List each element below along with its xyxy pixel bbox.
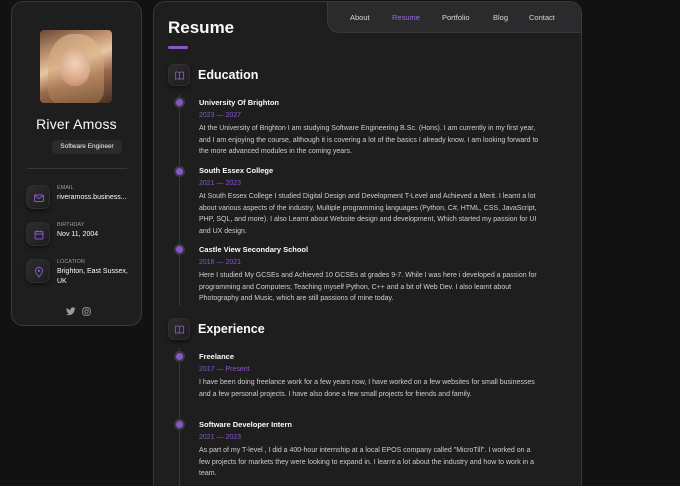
contact-location: Location Brighton, East Sussex, UK [26,259,141,295]
section-title-experience: Experience [198,322,265,336]
timeline-dot [176,353,183,360]
item-title: Software Developer Intern [199,420,292,429]
nav-link-resume[interactable]: Resume [392,13,420,22]
calendar-icon [26,222,50,246]
contact-value[interactable]: riveramoss.business... [57,193,137,203]
item-text: At the University of Brighton I am study… [199,125,539,156]
timeline-line [179,94,180,306]
item-title: University Of Brighton [199,98,280,107]
timeline-item: Freelance 2017 — Present I have been doi… [199,352,539,400]
contact-label: Birthday [57,222,85,228]
timeline-item: University Of Brighton 2023 — 2027 At th… [199,98,539,158]
divider [27,168,127,169]
avatar [40,30,112,103]
item-date: 2021 — 2023 [199,434,242,441]
timeline-dot [176,421,183,428]
job-title-badge: Software Engineer [52,140,122,154]
mail-icon [26,185,50,209]
profile-sidebar: River Amoss Software Engineer Email rive… [11,1,142,326]
timeline-line [179,348,180,486]
item-text: At South Essex College I studied Digital… [199,193,537,235]
item-title: Freelance [199,352,235,361]
contact-value: Nov 11, 2004 [57,231,99,238]
title-underline [168,46,188,49]
timeline-dot [176,246,183,253]
timeline-item: Castle View Secondary School 2016 — 2021… [199,245,539,305]
nav-link-portfolio[interactable]: Portfolio [442,13,470,22]
item-title: Castle View Secondary School [199,245,309,254]
book-icon [168,318,190,340]
contact-email[interactable]: Email riveramoss.business... [26,185,141,221]
navbar: About Resume Portfolio Blog Contact [327,2,581,33]
section-title-education: Education [198,68,259,82]
contact-birthday: Birthday Nov 11, 2004 [26,222,141,258]
twitter-icon[interactable] [66,303,76,321]
contact-label: Email [57,185,74,191]
location-pin-icon [26,259,50,283]
timeline-dot [176,168,183,175]
profile-name: River Amoss [36,116,117,132]
nav-link-contact[interactable]: Contact [529,13,555,22]
timeline-item: Software Developer Intern 2021 — 2023 As… [199,420,539,480]
contact-value: Brighton, East Sussex, UK [57,268,128,285]
nav-link-blog[interactable]: Blog [493,13,508,22]
page-title: Resume [168,18,235,37]
timeline-dot [176,99,183,106]
item-text: Here I studied My GCSEs and Achieved 10 … [199,272,537,303]
timeline-item: South Essex College 2021 — 2023 At South… [199,166,539,237]
item-date: 2023 — 2027 [199,112,242,119]
book-icon [168,64,190,86]
resume-article: About Resume Portfolio Blog Contact Resu… [153,1,582,486]
item-text: I have been doing freelance work for a f… [199,379,535,398]
item-title: South Essex College [199,166,274,175]
item-date: 2021 — 2023 [199,180,242,187]
item-date: 2017 — Present [199,366,250,373]
item-text: As part of my T-level , I did a 400-hour… [199,447,535,478]
nav-link-about[interactable]: About [350,13,370,22]
instagram-icon[interactable] [82,303,91,321]
item-date: 2016 — 2021 [199,259,242,266]
contact-label: Location [57,259,85,265]
